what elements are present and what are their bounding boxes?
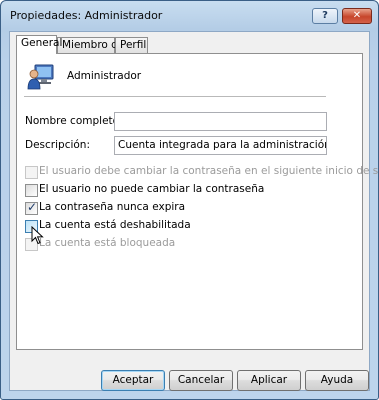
checkbox-label: La cuenta está deshabilitada bbox=[39, 219, 191, 231]
fullname-label: Nombre completo: bbox=[25, 115, 123, 127]
fullname-field[interactable] bbox=[114, 112, 327, 131]
help-title-button[interactable]: ? bbox=[312, 8, 338, 24]
properties-window: Propiedades: Administrador ? ✕ General M… bbox=[0, 0, 379, 400]
checkbox-box[interactable]: ✓ bbox=[25, 200, 38, 215]
checkbox-box[interactable] bbox=[25, 184, 38, 197]
checkbox-label: La cuenta está bloqueada bbox=[39, 237, 176, 249]
tab-general[interactable]: General bbox=[16, 35, 62, 54]
help-button[interactable]: Ayuda bbox=[305, 370, 369, 391]
tab-perfil[interactable]: Perfil bbox=[115, 37, 148, 53]
checkbox-label: La contraseña nunca expira bbox=[39, 201, 186, 213]
cancel-button[interactable]: Cancelar bbox=[169, 370, 233, 391]
tab-miembro-de[interactable]: Miembro de bbox=[57, 37, 124, 53]
close-button[interactable]: ✕ bbox=[342, 8, 372, 24]
checkbox-label: El usuario no puede cambiar la contraseñ… bbox=[39, 183, 265, 195]
checkbox-label: El usuario debe cambiar la contraseña en… bbox=[39, 165, 379, 177]
user-monitor-icon bbox=[27, 64, 54, 90]
divider bbox=[24, 96, 326, 97]
title-bar[interactable]: Propiedades: Administrador ? ✕ bbox=[1, 1, 378, 29]
user-name: Administrador bbox=[67, 70, 142, 82]
check-mark-icon: ✓ bbox=[27, 200, 38, 214]
description-field[interactable]: Cuenta integrada para la administración … bbox=[114, 136, 327, 155]
ok-button[interactable]: Aceptar bbox=[101, 370, 165, 391]
checkbox-box[interactable] bbox=[25, 166, 38, 179]
apply-button[interactable]: Aplicar bbox=[237, 370, 301, 391]
dialog-client: General Miembro de Perfil Administrador … bbox=[9, 31, 378, 391]
mouse-pointer-icon bbox=[31, 226, 44, 245]
description-label: Descripción: bbox=[25, 139, 90, 151]
window-title: Propiedades: Administrador bbox=[10, 9, 163, 22]
